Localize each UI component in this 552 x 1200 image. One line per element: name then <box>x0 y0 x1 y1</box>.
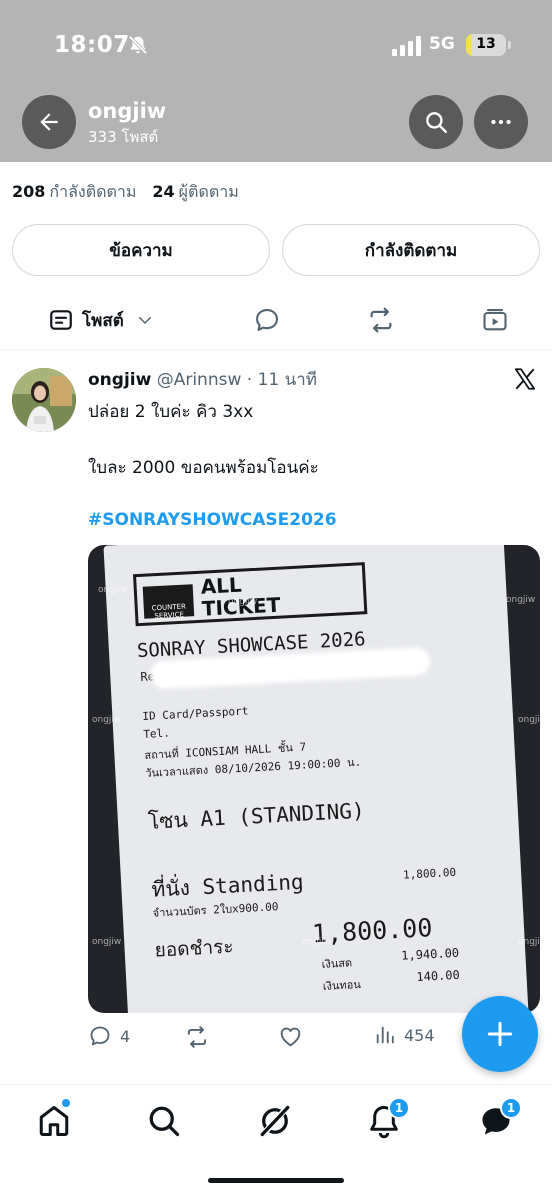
notifications-badge: 1 <box>388 1097 410 1119</box>
ticket-cash-label: เงินสด <box>321 956 353 971</box>
signal-icon <box>392 36 421 56</box>
battery-cap <box>508 41 511 49</box>
ticket-tel: Tel. <box>143 726 171 741</box>
ticket-change-label: เงินทอน <box>322 977 362 993</box>
reposts-icon <box>370 307 392 333</box>
post-image[interactable]: COUNTER SERVICE ALL TICKET SONRAY SHOWCAS… <box>88 545 540 1013</box>
ticket-seat-price: 1,800.00 <box>402 865 457 882</box>
ticket-id-card: ID Card/Passport <box>142 704 249 723</box>
search-button[interactable] <box>409 95 463 149</box>
watermark: ongjiw <box>98 585 128 595</box>
post-author-meta: @Arinnsw · 11 นาที <box>156 370 317 390</box>
followers-stat[interactable]: 24 ผู้ติดตาม <box>152 180 238 205</box>
ticket-zone: โซน A1 (STANDING) <box>147 798 366 834</box>
view-count: 454 <box>404 1025 435 1045</box>
ticket-change: 140.00 <box>416 967 461 985</box>
tab-replies[interactable] <box>253 292 281 348</box>
post-author-name[interactable]: ongjiw <box>88 370 151 390</box>
avatar-image <box>12 368 76 432</box>
reply-icon <box>90 1026 110 1046</box>
watermark: ongjiw <box>92 715 122 725</box>
ticket-total-label: ยอดชำระ <box>154 935 235 962</box>
search-icon[interactable] <box>146 1103 182 1139</box>
follow-stats: 208 กำลังติดตาม 24 ผู้ติดตาม <box>12 180 239 205</box>
tab-media[interactable] <box>481 292 509 348</box>
reply-action[interactable]: 4 <box>88 1024 130 1048</box>
watermark: ongjiw <box>518 715 540 725</box>
post-text-line1: ปล่อย 2 ใบค่ะ คิว 3xx <box>88 402 254 422</box>
profile-name: ongjiw <box>88 99 167 123</box>
status-bar: 18:07 5G 13 <box>0 0 552 92</box>
post-hashtag[interactable]: #SONRAYSHOWCASE2026 <box>88 510 337 530</box>
home-notification-dot <box>62 1099 70 1107</box>
followers-count: 24 <box>152 182 175 201</box>
back-button[interactable] <box>22 95 76 149</box>
avatar[interactable] <box>12 368 76 432</box>
post[interactable]: ongjiw @Arinnsw · 11 นาที ปล่อย 2 ใบค่ะ … <box>0 350 552 1080</box>
watermark: ongjiw <box>518 937 540 947</box>
profile-post-count: 333 โพสต์ <box>88 128 159 146</box>
chevron-down-icon[interactable] <box>136 311 154 329</box>
x-logo-icon[interactable] <box>512 366 538 392</box>
home-icon[interactable] <box>36 1103 72 1139</box>
grok-icon[interactable] <box>257 1103 293 1139</box>
compose-button[interactable] <box>462 996 538 1072</box>
battery-percent: 13 <box>476 36 496 52</box>
watermark: ongjiw <box>506 595 536 605</box>
profile-header: 18:07 5G 13 ongjiw 333 โพสต์ <box>0 0 552 162</box>
home-indicator <box>208 1178 344 1183</box>
network-type: 5G <box>429 34 455 54</box>
tab-posts-label: โพสต์ <box>82 310 124 331</box>
views-action[interactable]: 454 <box>374 1024 435 1046</box>
reply-count: 4 <box>120 1026 131 1046</box>
views-icon <box>376 1026 394 1044</box>
repost-icon <box>187 1026 207 1048</box>
all-ticket-logo: ALL TICKET <box>200 572 281 621</box>
replies-icon <box>256 309 278 331</box>
watermark: ongjiw <box>302 937 332 947</box>
posts-icon <box>50 310 72 330</box>
repost-action[interactable] <box>184 1024 210 1050</box>
bell-muted-icon <box>128 35 148 55</box>
more-button[interactable] <box>474 95 528 149</box>
like-action[interactable] <box>278 1024 303 1049</box>
following-button[interactable]: กำลังติดตาม <box>282 224 540 276</box>
following-label: กำลังติดตาม <box>49 182 137 201</box>
post-text-line2: ใบละ 2000 ขอคนพร้อมโอนค่ะ <box>88 458 319 478</box>
profile-nav-row: ongjiw 333 โพสต์ <box>0 95 552 155</box>
message-button[interactable]: ข้อความ <box>12 224 270 276</box>
tab-reposts[interactable] <box>366 292 396 348</box>
post-header: ongjiw @Arinnsw · 11 นาที <box>88 366 317 393</box>
ticket-logo: COUNTER SERVICE ALL TICKET <box>132 562 368 627</box>
ticket-cash: 1,940.00 <box>400 945 460 963</box>
battery-icon: 13 <box>466 34 506 56</box>
plus-icon <box>487 1021 513 1047</box>
tab-posts[interactable]: โพสต์ <box>48 292 154 348</box>
following-count: 208 <box>12 182 46 201</box>
more-icon <box>491 119 511 125</box>
watermark: ongjiw <box>228 597 258 607</box>
heart-icon <box>280 1027 301 1047</box>
messages-badge: 1 <box>500 1097 522 1119</box>
search-icon <box>426 112 447 133</box>
profile-tabs: โพสต์ <box>0 292 552 350</box>
watermark: ongjiw <box>92 937 122 947</box>
following-stat[interactable]: 208 กำลังติดตาม <box>12 180 136 205</box>
arrow-left-icon <box>40 113 58 131</box>
media-icon <box>483 309 507 331</box>
followers-label: ผู้ติดตาม <box>178 182 239 201</box>
counter-service-logo: COUNTER SERVICE <box>142 584 195 620</box>
status-time: 18:07 <box>54 32 130 58</box>
